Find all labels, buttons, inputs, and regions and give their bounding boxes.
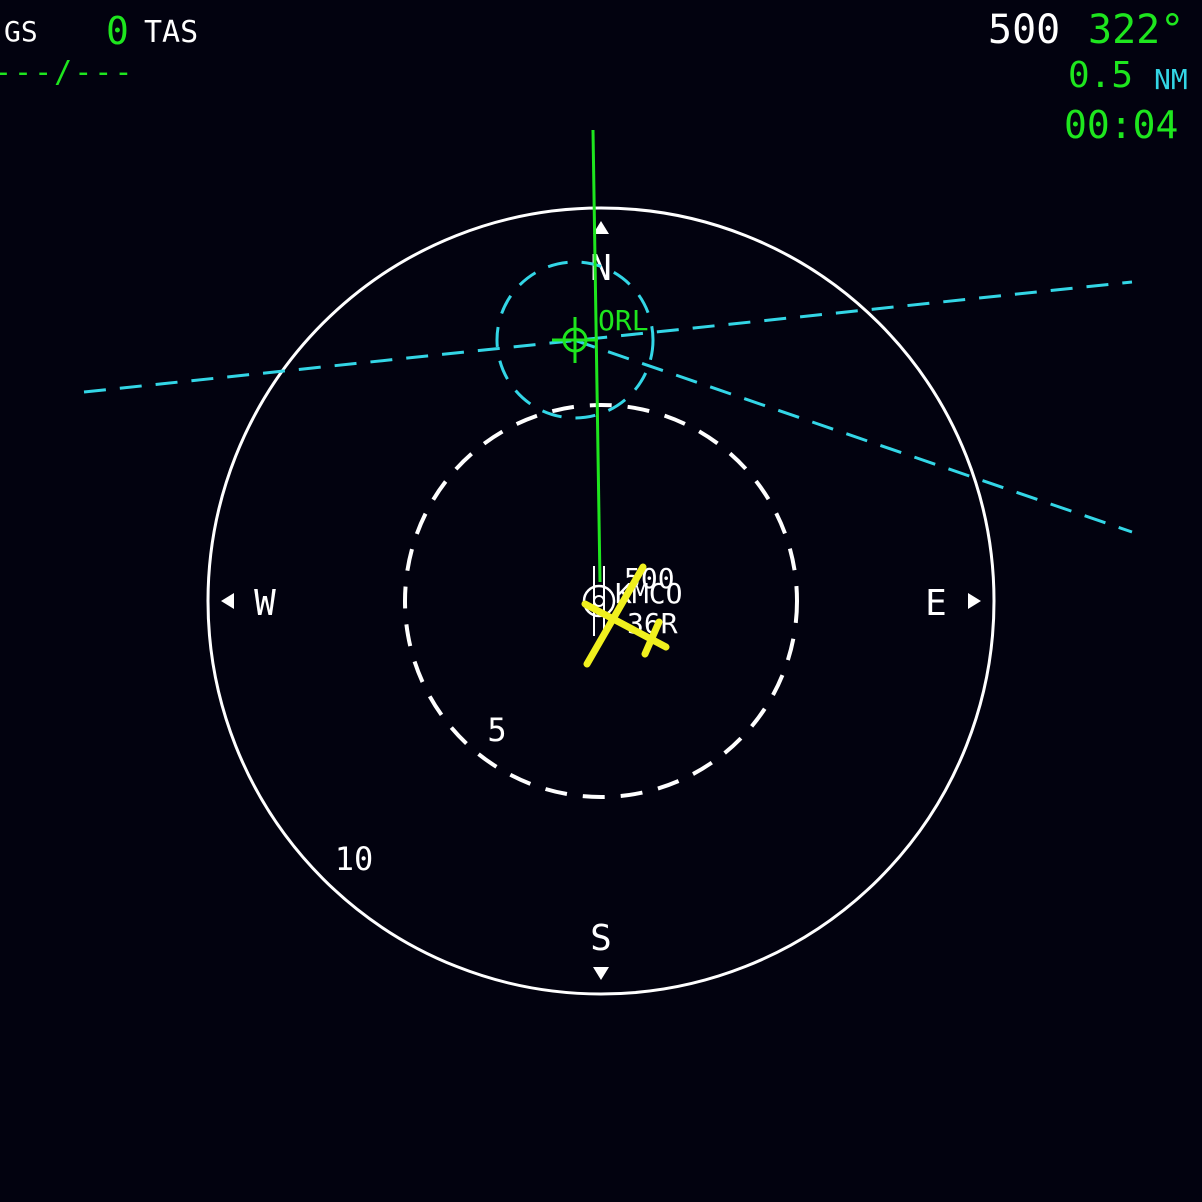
inner-range-label: 5 xyxy=(487,711,506,749)
vor-radial-line xyxy=(573,338,1133,534)
south-arrow-icon xyxy=(593,967,609,980)
west-arrow-icon xyxy=(221,593,234,609)
vor-radial-line xyxy=(83,280,1133,394)
west-label: W xyxy=(254,583,276,624)
course-line xyxy=(591,129,602,583)
vor-waypoint-icon[interactable] xyxy=(552,317,598,363)
navigation-display: N S E W 5 10 ORL 500 KMCO 36R xyxy=(83,129,1133,996)
south-label: S xyxy=(590,918,612,959)
east-arrow-icon xyxy=(968,593,981,609)
inner-range-ring xyxy=(403,403,799,799)
east-label: E xyxy=(925,583,947,624)
outer-range-label: 10 xyxy=(335,840,374,878)
north-label: N xyxy=(590,248,612,289)
waypoint-label: ORL xyxy=(598,304,649,337)
